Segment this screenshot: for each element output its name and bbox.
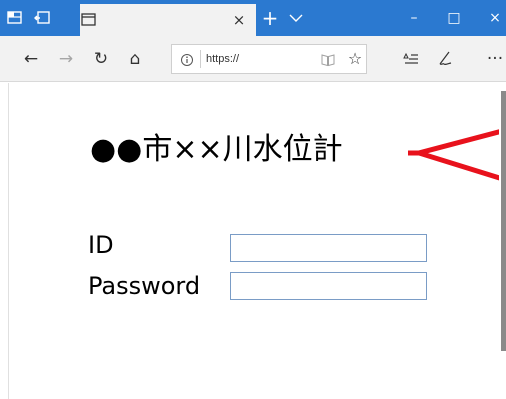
id-label: ID bbox=[88, 231, 114, 259]
forward-button[interactable]: → bbox=[55, 48, 77, 70]
password-field[interactable] bbox=[230, 272, 427, 300]
pen-icon[interactable] bbox=[434, 48, 456, 70]
home-button[interactable]: ⌂ bbox=[124, 48, 146, 70]
set-aside-tabs-icon[interactable] bbox=[6, 9, 24, 27]
more-options-button[interactable]: ··· bbox=[484, 48, 506, 70]
maximize-button[interactable]: □ bbox=[441, 6, 467, 30]
active-tab[interactable]: × bbox=[80, 4, 256, 36]
reading-view-icon[interactable] bbox=[320, 52, 336, 67]
close-window-button[interactable]: × bbox=[482, 6, 506, 30]
new-tab-button[interactable]: + bbox=[260, 6, 280, 30]
navigation-bar: ← → ↻ ⌂ https:// ☆ ··· bbox=[0, 36, 506, 82]
minimize-button[interactable]: – bbox=[401, 6, 427, 30]
info-icon[interactable] bbox=[180, 52, 194, 66]
address-divider bbox=[200, 50, 201, 68]
favorite-star-icon[interactable]: ☆ bbox=[346, 48, 364, 70]
page-viewport: ●●市××川水位計 ID Password bbox=[0, 83, 506, 399]
address-text[interactable]: https:// bbox=[206, 51, 239, 67]
scrollbar-thumb[interactable] bbox=[501, 91, 506, 351]
chevron-down-icon[interactable] bbox=[286, 8, 306, 28]
tab-close-button[interactable]: × bbox=[230, 10, 248, 30]
vertical-scrollbar[interactable] bbox=[499, 83, 506, 399]
page-favicon-icon bbox=[80, 11, 98, 29]
tab-strip: × + – □ × bbox=[0, 0, 506, 36]
refresh-button[interactable]: ↻ bbox=[90, 48, 112, 70]
password-label: Password bbox=[88, 272, 201, 300]
favorites-hub-icon[interactable] bbox=[400, 48, 422, 70]
page-title: ●●市××川水位計 bbox=[90, 132, 343, 167]
page-border bbox=[8, 83, 9, 399]
tab-preview-icon[interactable] bbox=[33, 9, 51, 27]
back-button[interactable]: ← bbox=[20, 48, 42, 70]
annotation-arrow bbox=[408, 128, 506, 182]
address-bar[interactable]: https:// ☆ bbox=[171, 44, 367, 74]
id-field[interactable] bbox=[230, 234, 427, 262]
